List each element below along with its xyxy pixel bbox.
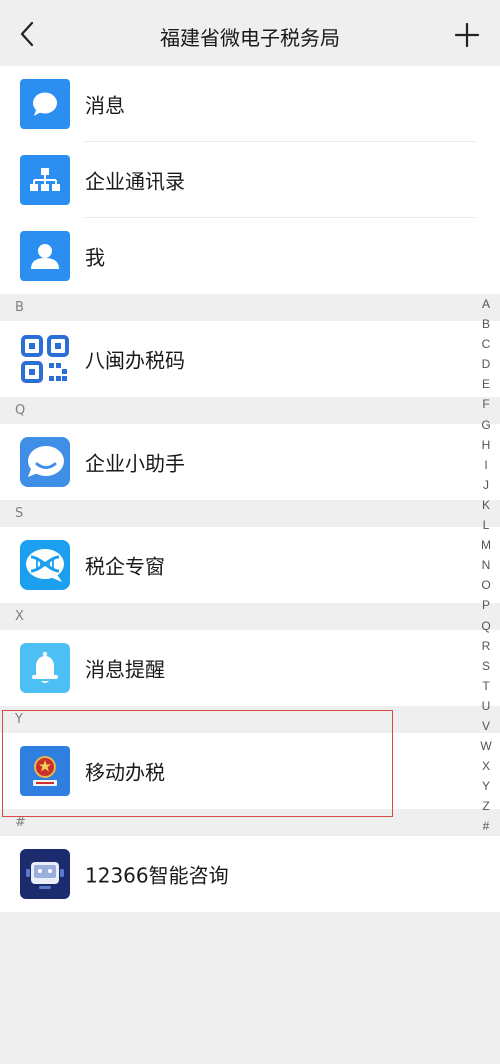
index-letter[interactable]: K: [482, 495, 490, 515]
bell-icon: [20, 643, 70, 693]
page-title: 福建省微电子税务局: [160, 26, 340, 50]
list-item-enterprise-assistant[interactable]: 企业小助手: [0, 424, 500, 500]
list-item-messages[interactable]: 消息: [0, 66, 500, 142]
index-letter[interactable]: H: [482, 435, 491, 455]
index-letter[interactable]: G: [481, 415, 490, 435]
index-letter[interactable]: #: [483, 816, 490, 836]
dna-bubble-icon: [20, 540, 70, 590]
list-item-label: 消息提醒: [85, 657, 165, 682]
list-item-label: 12366智能咨询: [85, 863, 229, 888]
index-letter[interactable]: B: [482, 314, 490, 334]
list-item-me[interactable]: 我: [0, 218, 500, 294]
index-letter[interactable]: Q: [481, 616, 490, 636]
contact-list: 消息 企业通讯录 我 B 八闽办税码 Q 企业小助手 S 税企专窗 X 消息提醒…: [0, 66, 500, 912]
robot-icon: [20, 849, 70, 899]
list-item-message-reminder[interactable]: 消息提醒: [0, 630, 500, 706]
list-item-12366-smart-consult[interactable]: 12366智能咨询: [0, 836, 500, 912]
navigation-bar: 福建省微电子税务局: [0, 0, 500, 66]
list-item-label: 我: [85, 245, 105, 270]
list-item-label: 移动办税: [85, 760, 165, 785]
add-button[interactable]: [452, 18, 482, 52]
index-letter[interactable]: T: [482, 676, 489, 696]
index-letter[interactable]: A: [482, 294, 490, 314]
index-letter[interactable]: S: [482, 656, 490, 676]
list-item-label: 税企专窗: [85, 554, 165, 579]
index-letter[interactable]: I: [484, 455, 487, 475]
index-letter[interactable]: R: [482, 636, 491, 656]
index-letter[interactable]: O: [481, 575, 490, 595]
list-item-bamin-tax-code[interactable]: 八闽办税码: [0, 321, 500, 397]
section-header-b: B: [0, 294, 500, 321]
chat-bubble-icon: [20, 79, 70, 129]
plus-icon: [454, 22, 480, 48]
org-chart-icon: [20, 155, 70, 205]
index-letter[interactable]: X: [482, 756, 490, 776]
section-header-q: Q: [0, 397, 500, 424]
tax-emblem-icon: [20, 746, 70, 796]
index-letter[interactable]: N: [482, 555, 491, 575]
index-letter[interactable]: P: [482, 595, 490, 615]
index-letter[interactable]: D: [482, 354, 491, 374]
list-item-enterprise-contacts[interactable]: 企业通讯录: [0, 142, 500, 218]
index-letter[interactable]: Z: [482, 796, 489, 816]
alphabet-index-bar[interactable]: A B C D E F G H I J K L M N O P Q R S T U V W X Y Z #: [476, 294, 496, 837]
list-item-mobile-tax[interactable]: 移动办税: [0, 733, 500, 809]
index-letter[interactable]: Y: [482, 776, 490, 796]
index-letter[interactable]: L: [483, 515, 490, 535]
section-header-s: S: [0, 500, 500, 527]
section-header-x: X: [0, 603, 500, 630]
list-item-label: 消息: [85, 93, 125, 118]
index-letter[interactable]: E: [482, 374, 490, 394]
list-item-tax-enterprise-window[interactable]: 税企专窗: [0, 527, 500, 603]
index-letter[interactable]: C: [482, 334, 491, 354]
list-item-label: 八闽办税码: [85, 348, 185, 373]
index-letter[interactable]: F: [482, 394, 489, 414]
list-item-label: 企业通讯录: [85, 169, 185, 194]
index-letter[interactable]: V: [482, 716, 490, 736]
section-header-hash: #: [0, 809, 500, 836]
index-letter[interactable]: J: [483, 475, 489, 495]
smile-bubble-icon: [20, 437, 70, 487]
index-letter[interactable]: M: [481, 535, 491, 555]
index-letter[interactable]: W: [480, 736, 491, 756]
qr-code-icon: [20, 334, 70, 384]
person-icon: [20, 231, 70, 281]
section-header-y: Y: [0, 706, 500, 733]
index-letter[interactable]: U: [482, 696, 491, 716]
list-item-label: 企业小助手: [85, 451, 185, 476]
